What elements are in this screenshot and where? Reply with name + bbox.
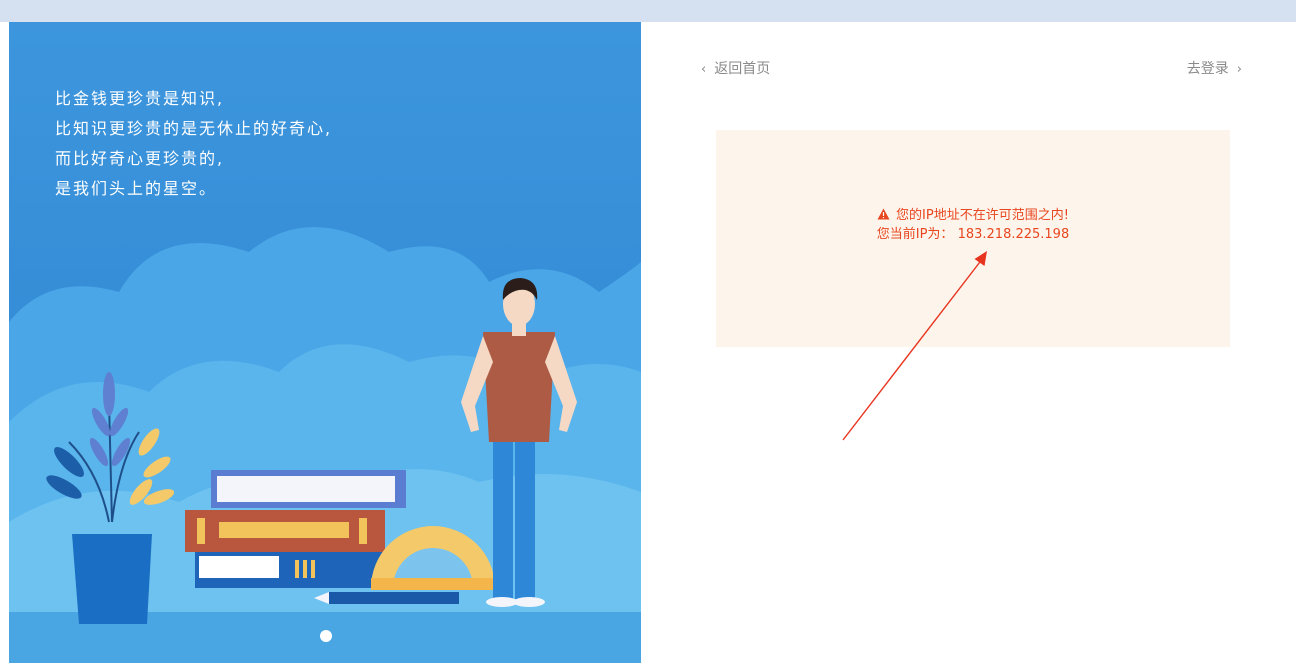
ip-label: 您当前IP为：: [876, 227, 954, 242]
alert-message-block: 您的IP地址不在许可范围之内! 您当前IP为： 183.218.225.198: [716, 206, 1230, 244]
alert-message: 您的IP地址不在许可范围之内!: [896, 208, 1069, 223]
quote-line: 而比好奇心更珍贵的,: [55, 149, 225, 168]
quote-line: 比金钱更珍贵是知识,: [55, 89, 225, 108]
inspirational-quote: 比金钱更珍贵是知识, 比知识更珍贵的是无休止的好奇心, 而比好奇心更珍贵的, 是…: [55, 84, 332, 204]
alert-line-warning: 您的IP地址不在许可范围之内!: [716, 206, 1230, 225]
go-login-link[interactable]: 去登录 ›: [1187, 58, 1250, 78]
back-home-link[interactable]: ‹ 返回首页: [693, 58, 770, 78]
quote-line: 是我们头上的星空。: [55, 179, 218, 198]
go-login-label: 去登录: [1186, 61, 1229, 77]
top-bar: [0, 0, 1296, 22]
alert-line-ip: 您当前IP为： 183.218.225.198: [716, 225, 1230, 244]
quote-line: 比知识更珍贵的是无休止的好奇心,: [55, 119, 333, 138]
chevron-left-icon: ‹: [701, 62, 707, 77]
ip-restriction-alert: 您的IP地址不在许可范围之内! 您当前IP为： 183.218.225.198: [716, 130, 1230, 347]
illustration-panel: 比金钱更珍贵是知识, 比知识更珍贵的是无休止的好奇心, 而比好奇心更珍贵的, 是…: [9, 22, 641, 663]
chevron-right-icon: ›: [1236, 62, 1242, 77]
ip-value: 183.218.225.198: [957, 227, 1070, 242]
content-panel: ‹ 返回首页 去登录 › 您的IP地址不在许可范围之内! 您当前IP为： 183.2…: [641, 22, 1296, 663]
plant-pot: [72, 534, 152, 624]
warning-triangle-icon: [877, 208, 890, 220]
carousel-indicator-dot[interactable]: [320, 630, 332, 642]
back-home-label: 返回首页: [714, 61, 771, 77]
